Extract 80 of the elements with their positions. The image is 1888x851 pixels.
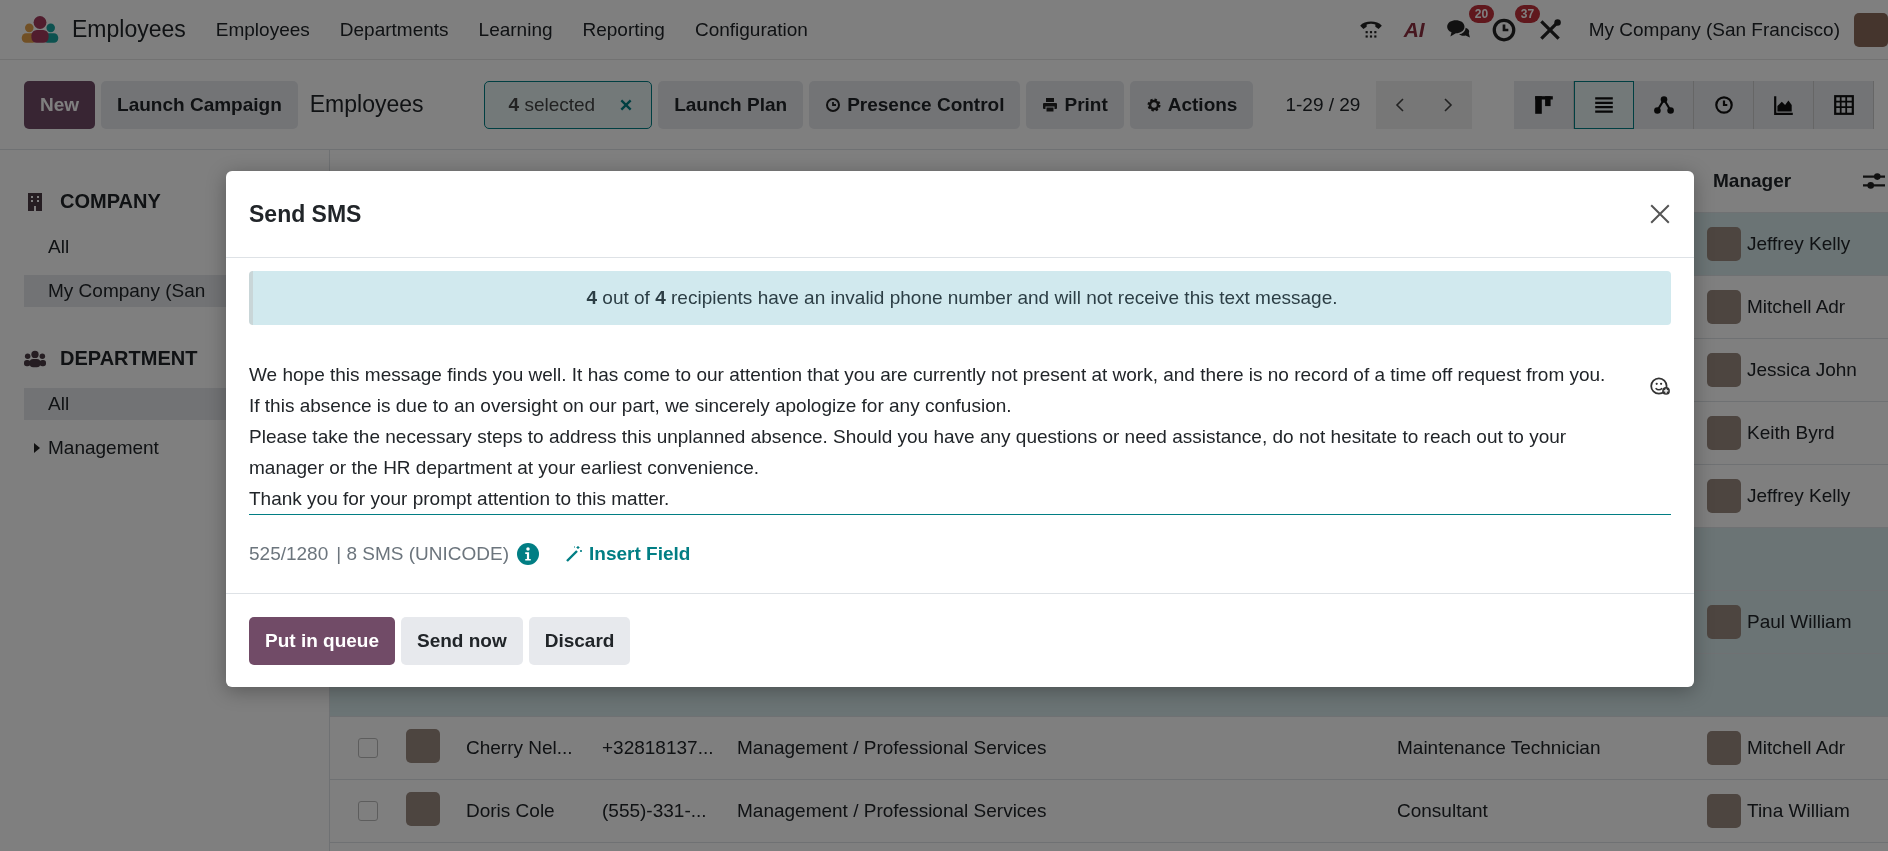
kanban-icon xyxy=(1532,93,1555,116)
character-counter: 525/1280 xyxy=(249,543,329,565)
dialog-button[interactable]: Send now xyxy=(401,617,523,665)
dialog-title: Send SMS xyxy=(249,200,362,228)
breadcrumb-title: Employees xyxy=(309,91,424,118)
notification-badge: 20 xyxy=(1468,4,1495,23)
photo-placeholder xyxy=(1707,290,1741,324)
table-cell: Mitchell Adr xyxy=(1747,737,1846,759)
clock-icon xyxy=(825,96,842,113)
warning-alert: 4 out of 4 recipients have an invalid phone number and will not receive this text message. xyxy=(249,271,1671,325)
people-icon xyxy=(24,348,46,369)
table-cell: Consultant xyxy=(1397,800,1488,821)
row-checkbox[interactable] xyxy=(358,801,378,821)
action-button[interactable]: Print xyxy=(1026,80,1124,129)
action-button[interactable]: Presence Control xyxy=(809,80,1021,129)
dialog-button[interactable]: Discard xyxy=(528,617,631,665)
section-title: COMPANY xyxy=(60,190,161,213)
company-switcher[interactable]: My Company (San Francisco) xyxy=(1588,18,1840,41)
app-name[interactable]: Employees xyxy=(72,16,186,43)
notification-badge: 37 xyxy=(1514,4,1541,23)
magic-wand-icon xyxy=(565,545,584,563)
area-chart-icon xyxy=(1772,93,1795,116)
view-switch-button[interactable] xyxy=(1574,80,1635,129)
menu-item[interactable]: Reporting xyxy=(582,18,665,41)
table-row[interactable]: Doris Cole (555)-331-... Management / Professional Services Consultant Tina William xyxy=(330,780,1888,843)
table-cell: Paul William xyxy=(1747,611,1852,633)
chevron-left-icon xyxy=(1395,96,1406,113)
clock-icon[interactable] xyxy=(1490,16,1517,43)
dialog-button[interactable]: Put in queue xyxy=(249,617,395,665)
table-cell: Tina William xyxy=(1747,800,1850,822)
table-cell: Jessica John xyxy=(1747,359,1857,381)
gear-icon xyxy=(1145,96,1162,113)
column-header[interactable]: Manager xyxy=(1713,170,1853,192)
table-cell: Management / Professional Services xyxy=(737,800,1047,821)
table-cell: Maintenance Technician xyxy=(1397,737,1601,758)
table-cell: Jeffrey Kelly xyxy=(1747,485,1851,507)
table-cell: Keith Byrd xyxy=(1747,422,1835,444)
clock-icon xyxy=(1712,93,1735,116)
photo-placeholder xyxy=(406,728,440,763)
table-cell: +32818137... xyxy=(602,737,714,758)
menu-item[interactable]: Learning xyxy=(478,18,553,41)
user-avatar[interactable] xyxy=(1854,12,1888,47)
section-title: DEPARTMENT xyxy=(60,347,198,370)
photo-placeholder xyxy=(1707,731,1741,765)
info-icon[interactable] xyxy=(517,543,540,565)
action-button[interactable]: Launch Plan xyxy=(658,80,804,129)
photo-placeholder xyxy=(1707,794,1741,828)
people-logo-icon xyxy=(20,14,60,45)
table-cell: Jeffrey Kelly xyxy=(1747,233,1851,255)
menu-item[interactable]: Configuration xyxy=(694,18,808,41)
grid-icon xyxy=(1832,93,1855,116)
menu-item[interactable]: Employees xyxy=(215,18,310,41)
row-checkbox[interactable] xyxy=(358,738,378,758)
new-button[interactable]: New xyxy=(24,80,96,129)
close-icon[interactable] xyxy=(1649,203,1671,225)
emoji-icon[interactable] xyxy=(1649,375,1671,397)
photo-placeholder xyxy=(1707,479,1741,513)
chevron-right-icon xyxy=(1443,96,1454,113)
sms-count: | 8 SMS (UNICODE) xyxy=(336,543,510,565)
photo-placeholder xyxy=(1707,605,1741,639)
photo-placeholder xyxy=(1707,416,1741,450)
photo-placeholder xyxy=(1707,227,1741,261)
menu-item[interactable]: Departments xyxy=(339,18,449,41)
launch-campaign-button[interactable]: Launch Campaign xyxy=(101,80,298,129)
pager-text: 1-29 / 29 xyxy=(1285,93,1361,116)
table-cell: Mitchell Adr xyxy=(1747,296,1846,318)
table-cell: Cherry Nel... xyxy=(466,737,573,758)
sliders-icon[interactable] xyxy=(1863,172,1885,190)
hierarchy-icon xyxy=(1652,93,1675,116)
table-cell: Doris Cole xyxy=(466,800,555,821)
printer-icon xyxy=(1042,96,1059,113)
table-cell: (555)-331-... xyxy=(602,800,707,821)
ai-logo[interactable]: AI xyxy=(1403,17,1425,42)
photo-placeholder xyxy=(1707,353,1741,387)
table-row[interactable]: Cherry Nel... +32818137... Management / Professional Services Maintenance Technician Mitchell Adr xyxy=(330,717,1888,780)
action-button[interactable]: Actions xyxy=(1129,80,1254,129)
selection-count: 4 selected xyxy=(508,93,596,116)
photo-placeholder xyxy=(406,791,440,826)
insert-field-link[interactable]: Insert Field xyxy=(565,543,691,565)
table-cell: Management / Professional Services xyxy=(737,737,1047,758)
